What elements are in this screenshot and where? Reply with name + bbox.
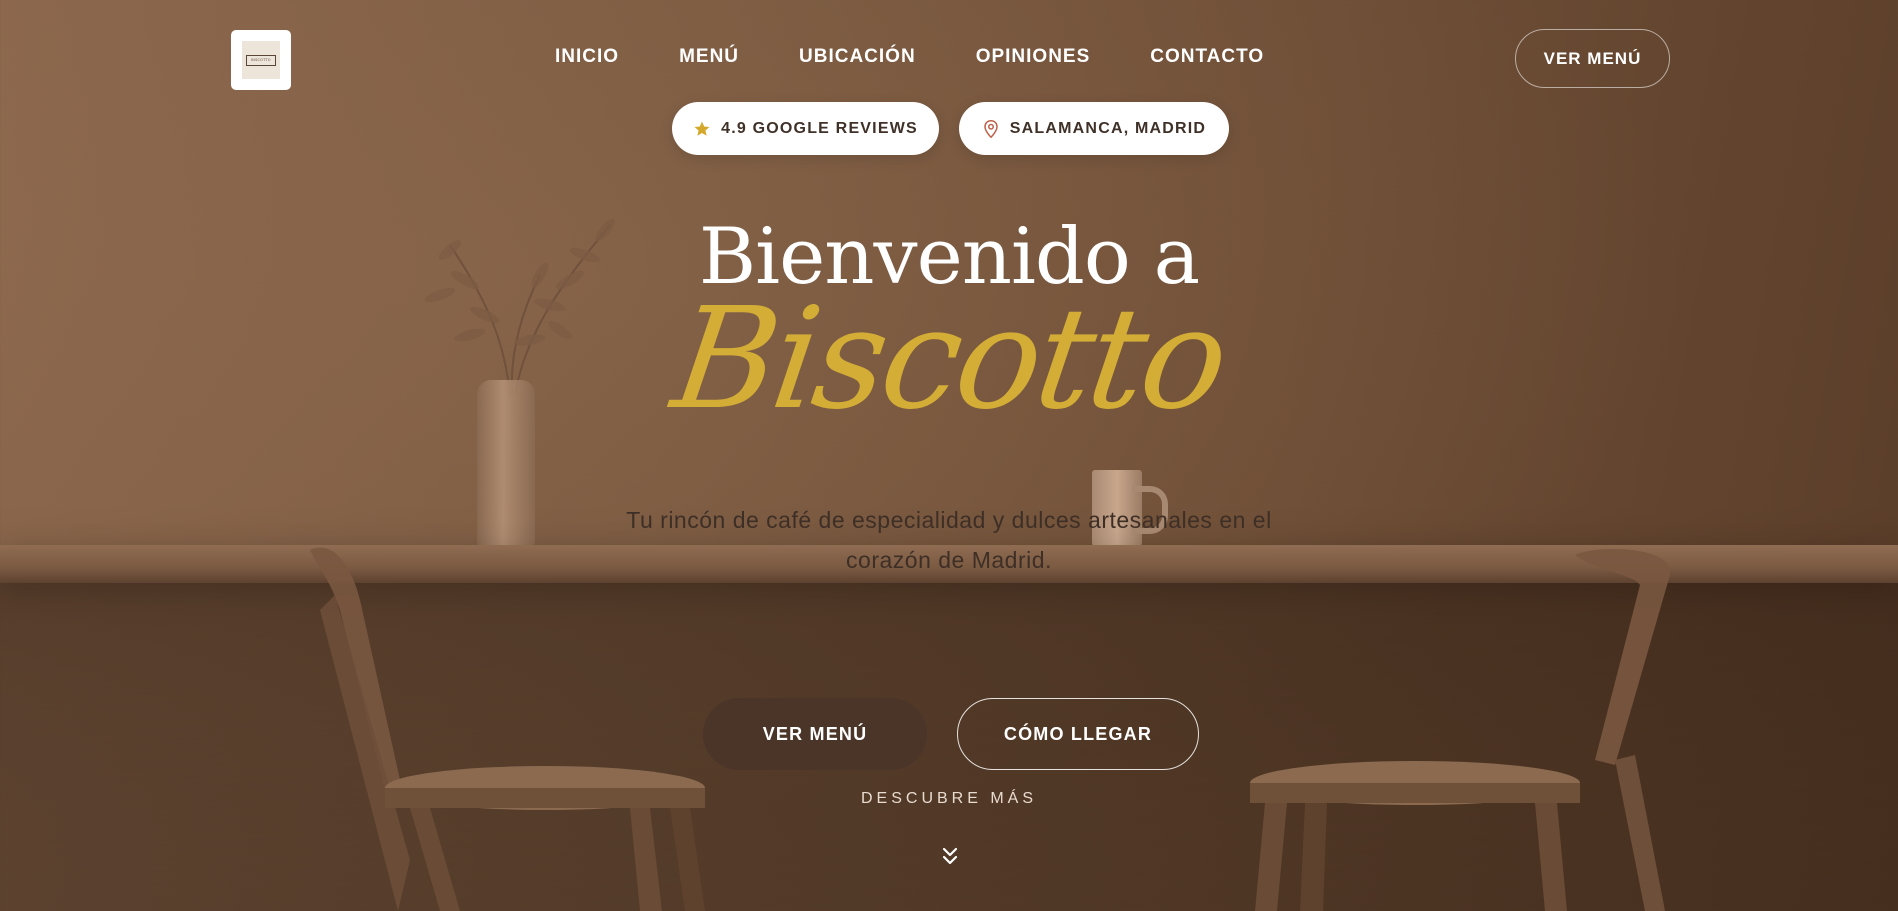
left-chair-decoration (310, 547, 705, 911)
google-reviews-badge[interactable]: 4.9 GOOGLE REVIEWS (672, 102, 939, 155)
nav-item-opiniones[interactable]: OPINIONES (976, 46, 1091, 68)
hero-background (0, 0, 1898, 911)
right-chair-decoration (1250, 549, 1671, 911)
location-badge[interactable]: SALAMANCA, MADRID (959, 102, 1229, 155)
nav-item-menu[interactable]: MENÚ (679, 46, 739, 68)
hero-subtitle: Tu rincón de café de especialidad y dulc… (626, 507, 1272, 573)
discover-more-link[interactable]: DESCUBRE MÁS (0, 790, 1898, 808)
header-ver-menu-button[interactable]: VER MENÚ (1515, 29, 1670, 88)
map-pin-icon (982, 119, 1000, 139)
main-navigation: INICIO MENÚ UBICACIÓN OPINIONES CONTACTO (555, 46, 1264, 68)
double-chevron-down-icon[interactable] (940, 846, 960, 868)
logo-mark-background: BISCOTTO (242, 41, 280, 79)
nav-item-ubicacion[interactable]: UBICACIÓN (799, 46, 916, 68)
nav-item-contacto[interactable]: CONTACTO (1150, 46, 1264, 68)
hero-title-brand: Biscotto (664, 278, 1235, 441)
como-llegar-button[interactable]: CÓMO LLEGAR (957, 698, 1199, 770)
location-label: SALAMANCA, MADRID (1009, 119, 1207, 137)
logo-wordmark: BISCOTTO (246, 54, 276, 66)
ver-menu-button[interactable]: VER MENÚ (703, 698, 927, 770)
nav-item-inicio[interactable]: INICIO (555, 46, 619, 68)
reviews-label: 4.9 GOOGLE REVIEWS (721, 119, 918, 137)
star-icon (693, 120, 711, 138)
brand-logo[interactable]: BISCOTTO (231, 30, 291, 90)
